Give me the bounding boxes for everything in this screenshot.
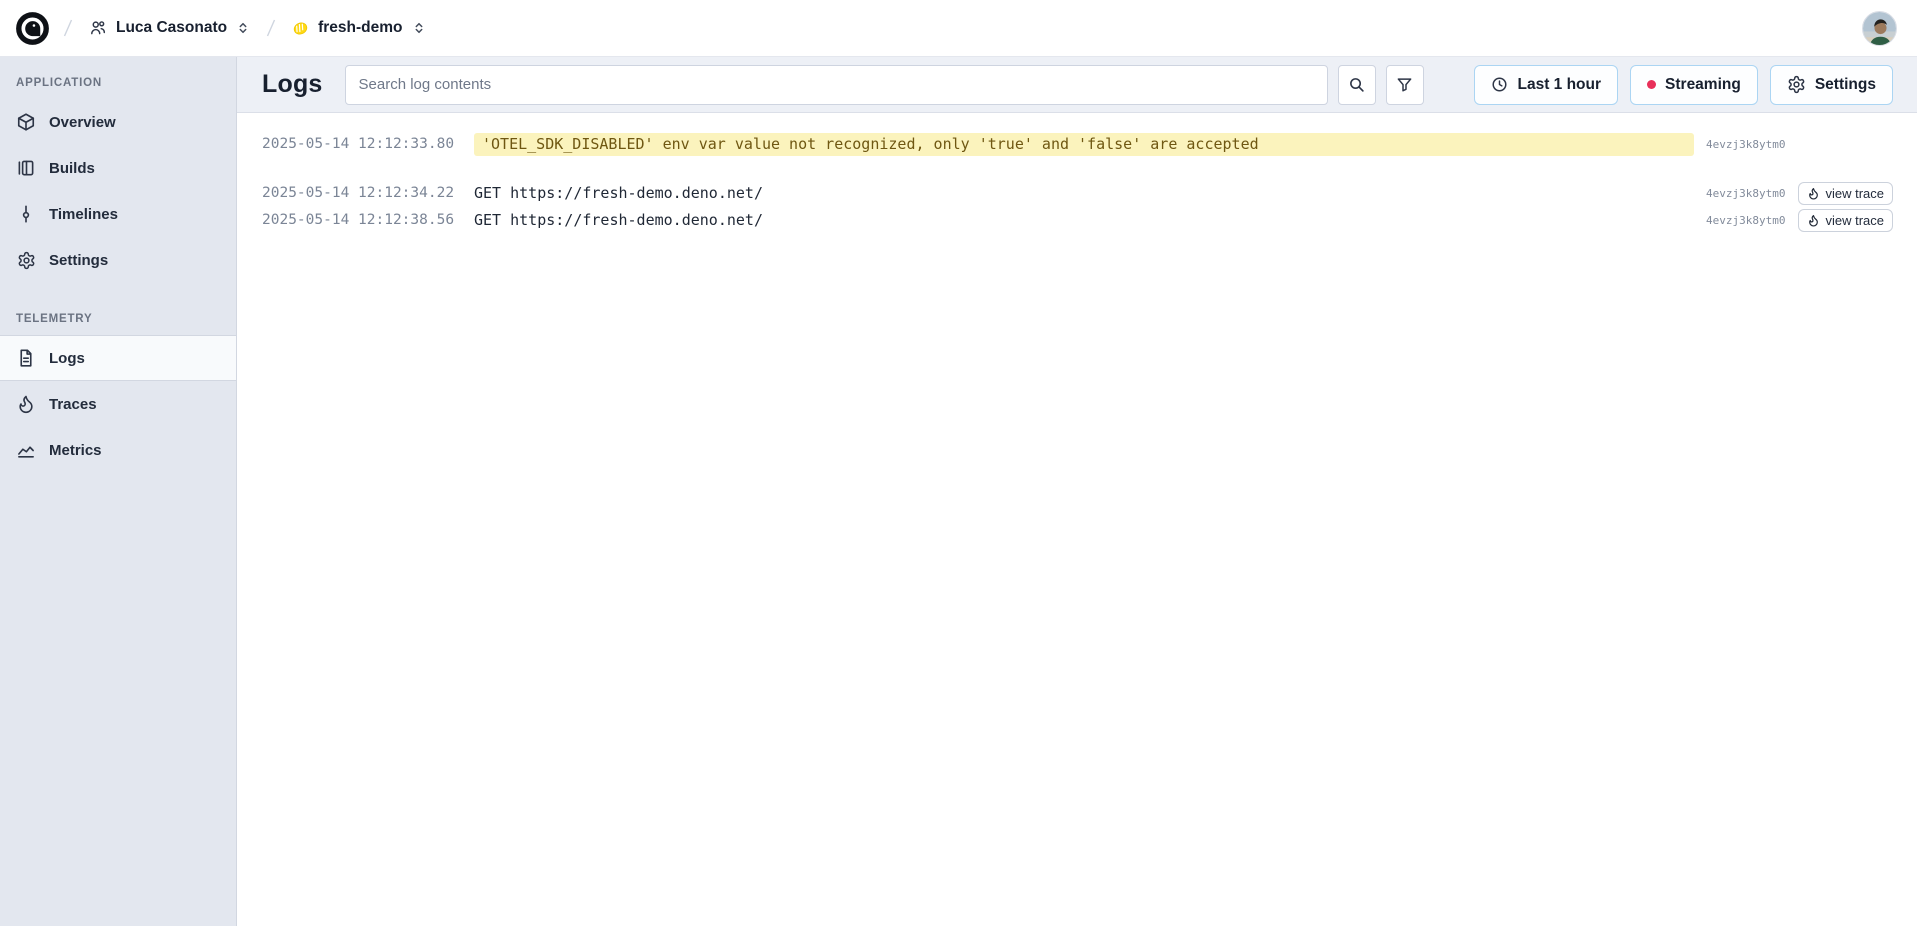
sidebar-item-builds[interactable]: Builds xyxy=(0,145,236,191)
sidebar-item-traces[interactable]: Traces xyxy=(0,381,236,427)
chevron-up-down-icon xyxy=(412,21,426,35)
flame-icon xyxy=(16,394,36,414)
funnel-icon xyxy=(1396,76,1413,93)
project-switcher[interactable]: fresh-demo xyxy=(290,15,427,41)
fresh-lemon-icon xyxy=(292,20,309,37)
time-range-button[interactable]: Last 1 hour xyxy=(1474,65,1618,105)
top-nav: Luca Casonato fresh-demo xyxy=(0,0,1917,57)
log-row[interactable]: 2025-05-14 12:12:38.56GET https://fresh-… xyxy=(262,207,1893,233)
breadcrumb-separator xyxy=(264,17,278,39)
log-settings-button[interactable]: Settings xyxy=(1770,65,1893,105)
toolbar-actions: Last 1 hour Streaming Settings xyxy=(1434,65,1893,105)
log-timestamp: 2025-05-14 12:12:38.56 xyxy=(262,212,474,228)
breadcrumb-separator xyxy=(61,17,75,39)
sidebar-item-logs[interactable]: Logs xyxy=(0,335,236,381)
time-range-label: Last 1 hour xyxy=(1517,76,1601,94)
sidebar-section-label: TELEMETRY xyxy=(0,283,236,335)
flame-icon xyxy=(1807,214,1820,227)
chevron-up-down-icon xyxy=(236,21,250,35)
view-trace-label: view trace xyxy=(1825,186,1884,201)
chart-icon xyxy=(16,440,36,460)
log-settings-label: Settings xyxy=(1815,76,1876,94)
streaming-label: Streaming xyxy=(1665,76,1741,94)
streaming-dot-icon xyxy=(1647,80,1656,89)
sidebar-section-label: APPLICATION xyxy=(0,57,236,99)
sidebar-item-label: Timelines xyxy=(49,206,118,223)
sidebar-item-metrics[interactable]: Metrics xyxy=(0,427,236,473)
search-input[interactable] xyxy=(345,65,1328,105)
gear-icon xyxy=(16,250,36,270)
view-trace-label: view trace xyxy=(1825,213,1884,228)
sidebar-item-timelines[interactable]: Timelines xyxy=(0,191,236,237)
flame-icon xyxy=(1807,187,1820,200)
gear-icon xyxy=(1787,75,1806,94)
log-list: 2025-05-14 12:12:33.80'OTEL_SDK_DISABLED… xyxy=(237,113,1917,926)
log-message: GET https://fresh-demo.deno.net/ xyxy=(474,184,1694,202)
view-trace-button[interactable]: view trace xyxy=(1798,209,1893,232)
sidebar-item-label: Settings xyxy=(49,252,108,269)
sidebar-item-label: Builds xyxy=(49,160,95,177)
project-name: fresh-demo xyxy=(318,19,402,37)
builds-icon xyxy=(16,158,36,178)
timeline-icon xyxy=(16,204,36,224)
log-trace-id: 4evzj3k8ytm0 xyxy=(1706,187,1786,200)
log-trace-id: 4evzj3k8ytm0 xyxy=(1706,138,1786,151)
cube-icon xyxy=(16,112,36,132)
user-avatar[interactable] xyxy=(1862,11,1897,46)
document-icon xyxy=(16,348,36,368)
org-switcher[interactable]: Luca Casonato xyxy=(87,15,252,41)
log-trace-id: 4evzj3k8ytm0 xyxy=(1706,214,1786,227)
page-title: Logs xyxy=(262,70,323,99)
log-message: GET https://fresh-demo.deno.net/ xyxy=(474,211,1694,229)
log-row[interactable]: 2025-05-14 12:12:34.22GET https://fresh-… xyxy=(262,180,1893,206)
sidebar-item-settings[interactable]: Settings xyxy=(0,237,236,283)
sidebar-item-overview[interactable]: Overview xyxy=(0,99,236,145)
clock-icon xyxy=(1491,76,1508,93)
sidebar-item-label: Traces xyxy=(49,396,97,413)
log-timestamp: 2025-05-14 12:12:33.80 xyxy=(262,136,474,152)
log-row[interactable]: 2025-05-14 12:12:33.80'OTEL_SDK_DISABLED… xyxy=(262,131,1893,157)
org-name: Luca Casonato xyxy=(116,19,227,37)
search-button[interactable] xyxy=(1338,65,1376,105)
sidebar: APPLICATION Overview Builds Timelines Settin… xyxy=(0,57,237,926)
sidebar-item-label: Overview xyxy=(49,114,116,131)
trace-slot: view trace xyxy=(1794,209,1893,232)
logs-toolbar: Logs Last 1 hour Streaming Setti xyxy=(237,57,1917,113)
sidebar-item-label: Metrics xyxy=(49,442,102,459)
trace-slot: view trace xyxy=(1794,182,1893,205)
streaming-button[interactable]: Streaming xyxy=(1630,65,1758,105)
main-content: Logs Last 1 hour Streaming Setti xyxy=(237,57,1917,926)
deno-logo-icon[interactable] xyxy=(16,12,49,45)
view-trace-button[interactable]: view trace xyxy=(1798,182,1893,205)
users-icon xyxy=(89,19,107,37)
filter-button[interactable] xyxy=(1386,65,1424,105)
log-timestamp: 2025-05-14 12:12:34.22 xyxy=(262,185,474,201)
sidebar-item-label: Logs xyxy=(49,350,85,367)
log-message: 'OTEL_SDK_DISABLED' env var value not re… xyxy=(474,133,1694,156)
search-icon xyxy=(1348,76,1365,93)
